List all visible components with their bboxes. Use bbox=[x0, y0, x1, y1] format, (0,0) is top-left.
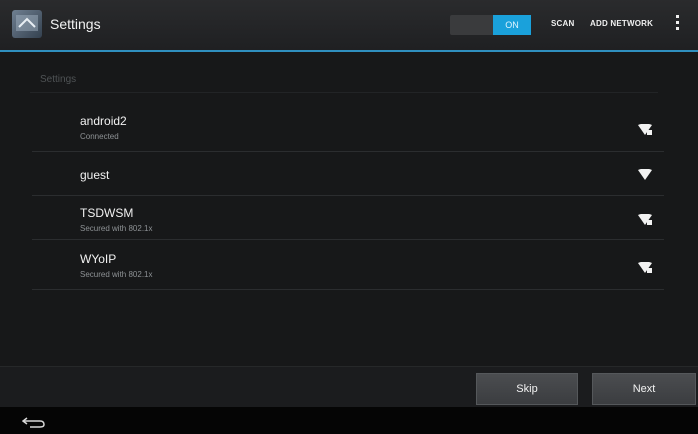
scan-button[interactable]: SCAN bbox=[551, 19, 574, 28]
list-divider bbox=[32, 289, 664, 290]
button-bar: Skip Next bbox=[0, 366, 698, 407]
network-status: Secured with 802.1x bbox=[80, 224, 153, 233]
next-button[interactable]: Next bbox=[592, 373, 696, 405]
network-name: TSDWSM bbox=[80, 206, 134, 220]
wifi-signal-icon bbox=[638, 169, 652, 180]
setup-wizard-screen: Settings ON SCAN ADD NETWORK Settings an… bbox=[0, 0, 698, 434]
action-bar: Settings ON SCAN ADD NETWORK bbox=[0, 0, 698, 52]
wifi-signal-locked-icon bbox=[638, 262, 652, 273]
section-header: Settings bbox=[40, 74, 77, 85]
section-divider bbox=[30, 92, 658, 93]
network-status: Secured with 802.1x bbox=[80, 270, 153, 279]
wifi-toggle[interactable]: ON bbox=[450, 15, 531, 35]
system-nav-bar bbox=[0, 407, 698, 434]
overflow-menu-icon[interactable] bbox=[674, 15, 680, 35]
list-divider bbox=[32, 239, 664, 240]
network-name: guest bbox=[80, 168, 110, 182]
wifi-signal-locked-icon bbox=[638, 124, 652, 135]
network-item-android2[interactable]: android2 Connected bbox=[32, 108, 664, 152]
wifi-toggle-state: ON bbox=[493, 15, 531, 35]
network-name: android2 bbox=[80, 114, 127, 128]
network-item-tsdwsm[interactable]: TSDWSM Secured with 802.1x bbox=[32, 196, 664, 240]
network-item-wyoip[interactable]: WYoIP Secured with 802.1x bbox=[32, 246, 664, 290]
network-list-panel: Settings android2 Connected guest TSDWSM… bbox=[0, 52, 698, 366]
page-title: Settings bbox=[50, 16, 101, 32]
skip-button[interactable]: Skip bbox=[476, 373, 578, 405]
wifi-signal-locked-icon bbox=[638, 214, 652, 225]
network-status: Connected bbox=[80, 132, 119, 141]
network-name: WYoIP bbox=[80, 252, 117, 266]
back-icon[interactable] bbox=[22, 416, 46, 428]
network-item-guest[interactable]: guest bbox=[32, 152, 664, 196]
add-network-button[interactable]: ADD NETWORK bbox=[590, 19, 653, 28]
settings-app-icon[interactable] bbox=[12, 10, 42, 38]
